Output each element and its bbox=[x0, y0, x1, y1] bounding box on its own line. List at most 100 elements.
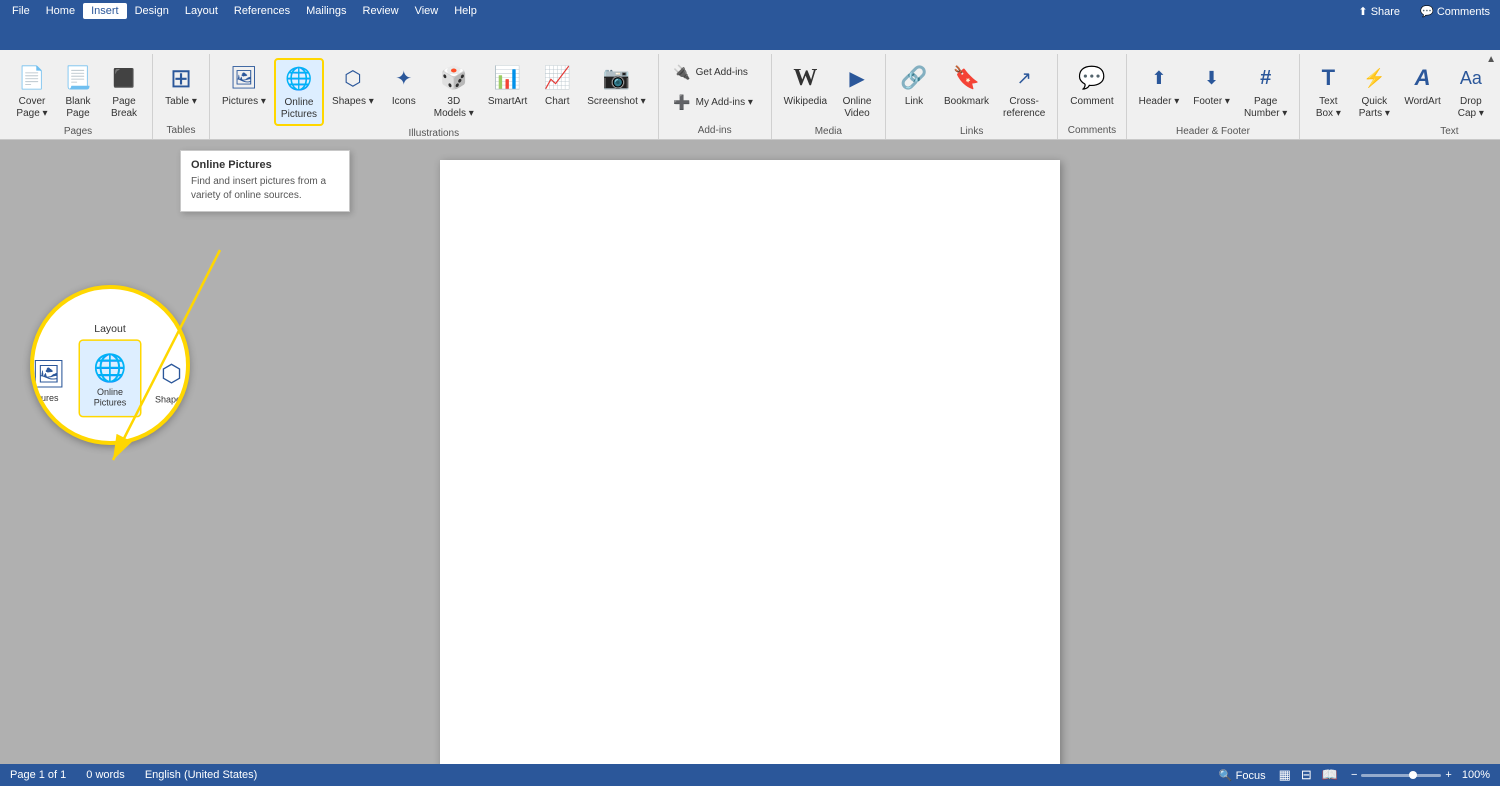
menu-references[interactable]: References bbox=[226, 3, 298, 19]
pictures-button[interactable]: 🖼 Pictures ▾ bbox=[216, 58, 272, 112]
ribbon-group-media: W Wikipedia ▶ OnlineVideo Media bbox=[772, 54, 886, 139]
web-layout-icon[interactable]: ⊟ bbox=[1298, 766, 1315, 784]
header-label: Header ▾ bbox=[1139, 96, 1180, 108]
table-button[interactable]: ⊞ Table ▾ bbox=[159, 58, 203, 112]
menu-help[interactable]: Help bbox=[446, 3, 485, 19]
my-addins-icon: ➕ bbox=[672, 92, 692, 112]
cover-page-button[interactable]: 📄 CoverPage ▾ bbox=[10, 58, 54, 124]
shapes-button[interactable]: ⬡ Shapes ▾ bbox=[326, 58, 380, 112]
my-addins-button[interactable]: ➕ My Add-ins ▾ bbox=[665, 88, 765, 116]
online-video-button[interactable]: ▶ OnlineVideo bbox=[835, 58, 879, 124]
zoom-in-icon[interactable]: + bbox=[1445, 769, 1451, 781]
header-button[interactable]: ⬆ Header ▾ bbox=[1133, 58, 1186, 112]
zoom-level[interactable]: 100% bbox=[1462, 769, 1490, 781]
text-box-icon: T bbox=[1312, 62, 1344, 94]
zoom-track[interactable] bbox=[1361, 774, 1441, 777]
get-addins-icon: 🔌 bbox=[672, 62, 692, 82]
cross-reference-label: Cross-reference bbox=[1003, 96, 1045, 120]
get-addins-button[interactable]: 🔌 Get Add-ins bbox=[665, 58, 765, 86]
text-group-label: Text bbox=[1306, 124, 1500, 140]
page-number-button[interactable]: # PageNumber ▾ bbox=[1238, 58, 1293, 124]
text-box-button[interactable]: T TextBox ▾ bbox=[1306, 58, 1350, 124]
link-button[interactable]: 🔗 Link bbox=[892, 58, 936, 112]
document-area[interactable]: Layout 🖼 tures 🌐 OnlinePictures ⬡ Shape … bbox=[0, 140, 1500, 764]
screenshot-button[interactable]: 📷 Screenshot ▾ bbox=[581, 58, 651, 112]
bookmark-label: Bookmark bbox=[944, 96, 989, 108]
my-addins-label: My Add-ins ▾ bbox=[696, 97, 753, 108]
cover-page-icon: 📄 bbox=[16, 62, 48, 94]
menu-file[interactable]: File bbox=[4, 3, 38, 19]
ribbon-collapse-button[interactable]: ▲ bbox=[1486, 54, 1496, 65]
wordart-icon: A bbox=[1407, 62, 1439, 94]
ribbon-group-pages: 📄 CoverPage ▾ 📃 BlankPage ⬛ PageBreak Pa… bbox=[4, 54, 153, 139]
wikipedia-label: Wikipedia bbox=[784, 96, 827, 108]
quick-parts-button[interactable]: ⚡ QuickParts ▾ bbox=[1352, 58, 1396, 124]
online-video-label: OnlineVideo bbox=[843, 96, 872, 120]
magnify-shapes-icon: ⬡ bbox=[151, 352, 191, 394]
text-box-label: TextBox ▾ bbox=[1316, 96, 1341, 120]
page-number-label: PageNumber ▾ bbox=[1244, 96, 1287, 120]
share-button[interactable]: ⬆ Share bbox=[1352, 3, 1406, 20]
comments-button[interactable]: 💬 Comments bbox=[1414, 3, 1496, 20]
focus-button[interactable]: 🔍 Focus bbox=[1219, 769, 1266, 782]
zoom-thumb bbox=[1409, 771, 1417, 779]
zoom-slider[interactable]: − + bbox=[1351, 769, 1452, 781]
table-label: Table ▾ bbox=[165, 96, 197, 108]
view-icons: ▦ ⊟ 📖 bbox=[1276, 766, 1341, 784]
wordart-button[interactable]: A WordArt bbox=[1398, 58, 1447, 112]
ribbon-tabs bbox=[0, 22, 1500, 50]
header-icon: ⬆ bbox=[1143, 62, 1175, 94]
footer-label: Footer ▾ bbox=[1193, 96, 1230, 108]
wikipedia-icon: W bbox=[789, 62, 821, 94]
bookmark-button[interactable]: 🔖 Bookmark bbox=[938, 58, 995, 112]
chart-button[interactable]: 📈 Chart bbox=[535, 58, 579, 112]
zoom-out-icon[interactable]: − bbox=[1351, 769, 1357, 781]
comment-icon: 💬 bbox=[1076, 62, 1108, 94]
icons-label: Icons bbox=[392, 96, 416, 108]
menu-home[interactable]: Home bbox=[38, 3, 83, 19]
page-break-label: PageBreak bbox=[111, 96, 137, 120]
comment-button[interactable]: 💬 Comment bbox=[1064, 58, 1119, 112]
screenshot-icon: 📷 bbox=[600, 62, 632, 94]
menu-bar: File Home Insert Design Layout Reference… bbox=[0, 0, 1500, 22]
media-group-label: Media bbox=[778, 124, 879, 140]
drop-cap-button[interactable]: Aa DropCap ▾ bbox=[1449, 58, 1493, 124]
read-view-icon[interactable]: 📖 bbox=[1319, 766, 1341, 784]
cover-page-label: CoverPage ▾ bbox=[16, 96, 47, 120]
ribbon-body: 📄 CoverPage ▾ 📃 BlankPage ⬛ PageBreak Pa… bbox=[0, 50, 1500, 140]
drop-cap-icon: Aa bbox=[1455, 62, 1487, 94]
footer-button[interactable]: ⬇ Footer ▾ bbox=[1187, 58, 1236, 112]
screenshot-label: Screenshot ▾ bbox=[587, 96, 645, 108]
ribbon-group-comments: 💬 Comment Comments bbox=[1058, 54, 1126, 139]
page-info: Page 1 of 1 bbox=[10, 769, 66, 781]
online-pictures-icon: 🌐 bbox=[283, 63, 315, 95]
word-count: 0 words bbox=[86, 769, 125, 781]
chart-icon: 📈 bbox=[541, 62, 573, 94]
link-icon: 🔗 bbox=[898, 62, 930, 94]
menu-view[interactable]: View bbox=[407, 3, 447, 19]
3d-models-button[interactable]: 🎲 3DModels ▾ bbox=[428, 58, 480, 124]
ribbon-group-text: T TextBox ▾ ⚡ QuickParts ▾ A WordArt Aa … bbox=[1300, 54, 1500, 139]
icons-button[interactable]: ✦ Icons bbox=[382, 58, 426, 112]
menu-mailings[interactable]: Mailings bbox=[298, 3, 354, 19]
menu-review[interactable]: Review bbox=[355, 3, 407, 19]
get-addins-label: Get Add-ins bbox=[696, 67, 748, 78]
menu-layout[interactable]: Layout bbox=[177, 3, 226, 19]
ribbon-group-header-footer: ⬆ Header ▾ ⬇ Footer ▾ # PageNumber ▾ Hea… bbox=[1127, 54, 1301, 139]
wikipedia-button[interactable]: W Wikipedia bbox=[778, 58, 833, 112]
online-pictures-label: OnlinePictures bbox=[281, 97, 317, 121]
online-pictures-button[interactable]: 🌐 OnlinePictures bbox=[274, 58, 324, 126]
bookmark-icon: 🔖 bbox=[951, 62, 983, 94]
table-icon: ⊞ bbox=[165, 62, 197, 94]
menu-insert[interactable]: Insert bbox=[83, 3, 127, 19]
smartart-button[interactable]: 📊 SmartArt bbox=[482, 58, 533, 112]
magnify-shapes-button: ⬡ Shape ▾ bbox=[142, 346, 191, 411]
print-layout-icon[interactable]: ▦ bbox=[1276, 766, 1294, 784]
shapes-icon: ⬡ bbox=[337, 62, 369, 94]
blank-page-button[interactable]: 📃 BlankPage bbox=[56, 58, 100, 124]
quick-parts-icon: ⚡ bbox=[1358, 62, 1390, 94]
menu-design[interactable]: Design bbox=[127, 3, 177, 19]
page-break-button[interactable]: ⬛ PageBreak bbox=[102, 58, 146, 124]
document-page bbox=[440, 160, 1060, 764]
cross-reference-button[interactable]: ↗ Cross-reference bbox=[997, 58, 1051, 124]
